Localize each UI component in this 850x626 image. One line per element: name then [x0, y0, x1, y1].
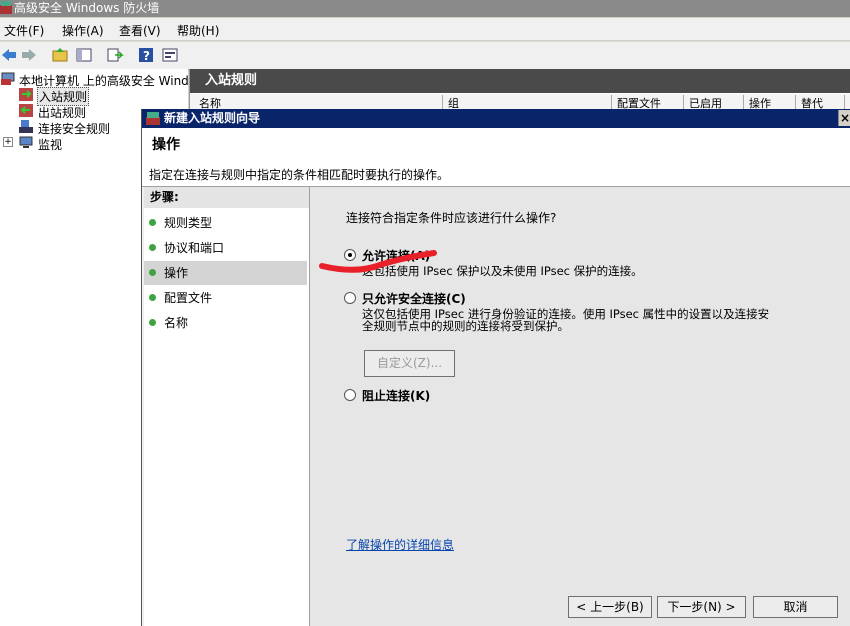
column-override[interactable]: 替代 [797, 95, 845, 110]
inbound-rules-icon [19, 88, 33, 101]
computer-firewall-icon [1, 72, 15, 85]
tree-item-connection-security-rules[interactable]: 连接安全规则 [38, 120, 110, 137]
up-folder-icon[interactable] [51, 46, 69, 64]
menu-bar: 文件(F) 操作(A) 查看(V) 帮助(H) [0, 18, 850, 40]
rules-pane-header: 入站规则 [190, 69, 850, 93]
menu-action[interactable]: 操作(A) [62, 22, 104, 39]
window-title: 高级安全 Windows 防火墙 [14, 1, 160, 15]
step-label: 操作 [164, 266, 189, 280]
help-icon[interactable]: ? [137, 46, 155, 64]
step-status-icon [149, 219, 156, 226]
steps-heading: 步骤: [144, 187, 309, 208]
new-inbound-rule-wizard: 新建入站规则向导 × 操作 指定在连接与规则中指定的条件相匹配时要执行的操作。 … [141, 109, 850, 626]
expand-monitor-toggle[interactable]: + [3, 137, 13, 147]
step-action[interactable]: 操作 [144, 261, 307, 285]
column-profile[interactable]: 配置文件 [613, 95, 684, 110]
back-button[interactable]: < 上一步(B) [568, 596, 652, 618]
firewall-icon [146, 112, 160, 125]
column-name[interactable]: 名称 [195, 95, 443, 110]
step-label: 规则类型 [164, 216, 213, 230]
step-status-icon [149, 319, 156, 326]
window-title-bar: 高级安全 Windows 防火墙 [0, 0, 850, 17]
steps-heading-label: 步骤: [150, 190, 179, 204]
step-label: 名称 [164, 316, 189, 330]
block-connection-label[interactable]: 阻止连接(K) [362, 387, 430, 404]
step-status-icon [149, 269, 156, 276]
wizard-page-subtitle: 指定在连接与规则中指定的条件相匹配时要执行的操作。 [149, 168, 450, 182]
allow-secure-connection-radio[interactable] [344, 292, 356, 304]
step-profile[interactable]: 配置文件 [144, 286, 307, 310]
svg-text:?: ? [143, 49, 150, 63]
column-action[interactable]: 操作 [745, 95, 796, 110]
step-label: 协议和端口 [164, 241, 225, 255]
menu-view[interactable]: 查看(V) [119, 22, 161, 39]
next-button[interactable]: 下一步(N) > [657, 596, 746, 618]
step-status-icon [149, 294, 156, 301]
firewall-icon [0, 1, 12, 14]
export-list-icon[interactable] [106, 46, 124, 64]
annotation-stroke [319, 250, 437, 273]
steps-panel: 步骤: 规则类型 协议和端口 操作 配置文件 名称 [144, 187, 310, 626]
learn-more-link[interactable]: 了解操作的详细信息 [346, 536, 454, 553]
customize-button[interactable]: 自定义(Z)... [364, 350, 455, 377]
block-connection-radio[interactable] [344, 389, 356, 401]
tree-item-monitor[interactable]: 监视 [38, 136, 62, 153]
step-protocol-and-ports[interactable]: 协议和端口 [144, 236, 307, 260]
cancel-button[interactable]: 取消 [753, 596, 838, 618]
monitor-icon [19, 136, 33, 148]
tree-item-outbound-rules[interactable]: 出站规则 [38, 104, 86, 121]
dialog-title-bar: 新建入站规则向导 × [142, 109, 850, 128]
wizard-page-title: 操作 [152, 137, 180, 153]
rules-pane-title: 入站规则 [205, 73, 258, 88]
connection-security-icon [19, 120, 33, 133]
outbound-rules-icon [19, 104, 33, 117]
forward-icon[interactable] [20, 46, 38, 64]
wizard-header: 操作 指定在连接与规则中指定的条件相匹配时要执行的操作。 [142, 128, 850, 187]
step-name[interactable]: 名称 [144, 311, 307, 335]
column-enabled[interactable]: 已启用 [685, 95, 744, 110]
menu-help[interactable]: 帮助(H) [177, 22, 219, 39]
back-icon[interactable] [0, 46, 18, 64]
menu-file[interactable]: 文件(F) [4, 22, 44, 39]
secure-connection-description-line2: 全规则节点中的规则的连接将受到保护。 [362, 319, 569, 333]
step-label: 配置文件 [164, 291, 213, 305]
column-program[interactable]: 程 [846, 95, 850, 109]
properties-icon[interactable] [161, 46, 179, 64]
dialog-title: 新建入站规则向导 [164, 111, 261, 125]
step-rule-type[interactable]: 规则类型 [144, 211, 307, 235]
column-group[interactable]: 组 [444, 95, 612, 110]
close-button[interactable]: × [838, 110, 850, 126]
step-status-icon [149, 244, 156, 251]
action-question: 连接符合指定条件时应该进行什么操作? [346, 211, 557, 225]
allow-secure-connection-label[interactable]: 只允许安全连接(C) [362, 290, 466, 307]
show-hide-tree-icon[interactable] [75, 46, 93, 64]
toolbar: ? [0, 41, 850, 70]
